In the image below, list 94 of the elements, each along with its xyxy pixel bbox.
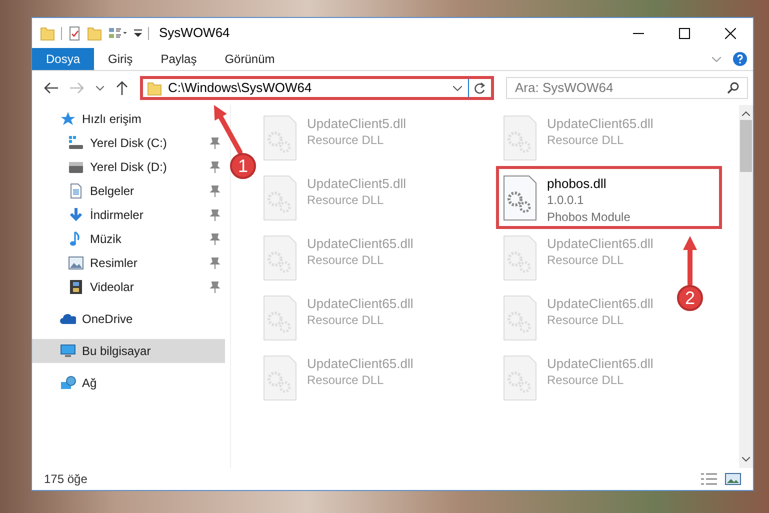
search-icon (727, 82, 739, 94)
chevron-down-icon[interactable] (96, 86, 104, 90)
file-detail: Resource DLL (547, 252, 625, 269)
up-arrow-icon[interactable] (116, 81, 128, 95)
file-name: UpdateClient65.dll (547, 115, 654, 132)
close-icon (724, 28, 736, 38)
scrollbar[interactable] (739, 105, 753, 468)
sidebar-item[interactable]: Yerel Disk (C:) (32, 131, 225, 155)
back-arrow-icon[interactable] (44, 82, 58, 94)
sidebar-item[interactable]: Müzik (32, 227, 225, 251)
pin-icon (209, 233, 221, 245)
dll-file-icon (263, 355, 297, 401)
checklist-icon (68, 26, 81, 40)
sidebar-item[interactable]: Belgeler (32, 179, 225, 203)
drive-icon (68, 159, 84, 175)
file-detail: Resource DLL (307, 312, 385, 329)
dll-file-icon (503, 235, 537, 281)
sidebar-item[interactable]: Resimler (32, 251, 225, 275)
search-placeholder: Ara: SysWOW64 (515, 79, 614, 98)
file-detail: Resource DLL (547, 132, 625, 149)
minimize-icon (632, 32, 644, 34)
dll-file-icon (503, 175, 537, 221)
file-item[interactable]: phobos.dll 1.0.0.1 Phobos Module (496, 166, 722, 229)
sidebar-item[interactable]: Hızlı erişim (32, 107, 225, 131)
pin-icon (209, 185, 221, 197)
pin-icon (209, 161, 221, 173)
file-name: UpdateClient65.dll (307, 295, 414, 312)
help-icon[interactable] (733, 52, 747, 66)
separator-icon (148, 26, 149, 40)
refresh-icon[interactable] (474, 82, 486, 94)
file-detail: Resource DLL (307, 252, 385, 269)
folder-icon (87, 26, 102, 40)
document-icon (68, 183, 84, 199)
separator-icon (61, 26, 62, 40)
dll-file-icon (263, 295, 297, 341)
scrollbar-thumb[interactable] (740, 120, 752, 172)
network-icon (60, 375, 76, 391)
ribbon-tab[interactable]: Dosya (32, 48, 94, 70)
file-name: phobos.dll (547, 175, 608, 192)
address-bar[interactable]: C:\Windows\SysWOW64 (140, 76, 494, 100)
file-detail: Resource DLL (547, 312, 625, 329)
file-detail: Resource DLL (307, 372, 385, 389)
file-name: UpdateClient5.dll (307, 175, 406, 192)
file-name: UpdateClient65.dll (547, 355, 654, 372)
dll-file-icon (263, 175, 297, 221)
scroll-up-icon[interactable] (742, 111, 750, 116)
customize-caret-icon (134, 28, 142, 38)
scroll-down-icon[interactable] (742, 457, 750, 462)
film-icon (68, 279, 84, 295)
pin-icon (209, 209, 221, 221)
folder-icon (147, 80, 162, 96)
file-detail: 1.0.0.1 (547, 192, 585, 209)
large-icons-view-icon[interactable] (725, 473, 741, 485)
search-field[interactable]: Ara: SysWOW64 (506, 77, 748, 99)
ribbon-tab[interactable]: Paylaş (146, 48, 211, 70)
file-detail: Resource DLL (547, 372, 625, 389)
pin-icon (209, 257, 221, 269)
drive-icon (68, 135, 84, 151)
monitor-icon (60, 343, 76, 359)
picture-icon (68, 255, 84, 271)
item-count: 175 öğe (44, 471, 88, 488)
file-detail: Phobos Module (547, 209, 630, 226)
cloud-icon (60, 311, 76, 327)
folder-icon (40, 26, 55, 40)
dll-file-icon (503, 115, 537, 161)
dll-file-icon (503, 355, 537, 401)
address-text: C:\Windows\SysWOW64 (168, 79, 312, 98)
file-name: UpdateClient65.dll (547, 235, 654, 252)
dll-file-icon (263, 115, 297, 161)
maximize-icon (678, 28, 690, 38)
star-icon (60, 111, 76, 127)
down-arrow-icon (68, 207, 84, 223)
ribbon-tab[interactable]: Giriş (94, 48, 147, 70)
sidebar-item[interactable]: OneDrive (32, 307, 225, 331)
window-title: SysWOW64 (159, 24, 230, 42)
sidebar-item[interactable]: Bu bilgisayar (32, 339, 225, 363)
sidebar-item[interactable]: Videolar (32, 275, 225, 299)
dll-file-icon (263, 235, 297, 281)
file-name: UpdateClient65.dll (547, 295, 654, 312)
chevron-down-icon[interactable] (453, 86, 462, 90)
file-name: UpdateClient65.dll (307, 355, 414, 372)
file-name: UpdateClient5.dll (307, 115, 406, 132)
file-detail: Resource DLL (307, 192, 385, 209)
dll-file-icon (503, 295, 537, 341)
sidebar-item[interactable]: İndirmeler (32, 203, 225, 227)
details-view-icon[interactable] (701, 473, 717, 485)
file-detail: Resource DLL (307, 132, 385, 149)
sidebar-item[interactable]: Ağ (32, 371, 225, 395)
pin-icon (209, 137, 221, 149)
file-name: UpdateClient65.dll (307, 235, 414, 252)
ribbon-tab[interactable]: Görünüm (210, 48, 289, 70)
sidebar-item[interactable]: Yerel Disk (D:) (32, 155, 225, 179)
properties-icon (108, 26, 128, 40)
pin-icon (209, 281, 221, 293)
